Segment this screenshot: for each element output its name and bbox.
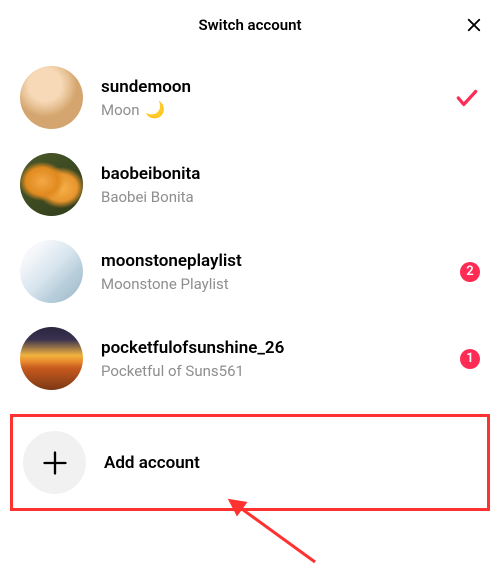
account-info: pocketfulofsunshine_26 Pocketful of Suns… <box>101 337 460 379</box>
avatar <box>20 240 83 303</box>
notification-badge: 1 <box>460 349 480 369</box>
account-info: baobeibonita Baobei Bonita <box>101 163 480 205</box>
account-displayname: Pocketful of Suns561 <box>101 362 460 380</box>
notification-badge: 2 <box>460 262 480 282</box>
check-icon <box>454 85 480 111</box>
account-displayname: Baobei Bonita <box>101 188 480 206</box>
close-icon <box>465 16 483 34</box>
account-displayname: Moonstone Playlist <box>101 275 460 293</box>
account-row[interactable]: moonstoneplaylist Moonstone Playlist 2 <box>0 228 500 315</box>
add-account-button[interactable]: Add account <box>10 414 490 511</box>
accounts-list: sundemoon Moon 🌙 baobeibonita Baobei Bon… <box>0 50 500 406</box>
account-row[interactable]: baobeibonita Baobei Bonita <box>0 141 500 228</box>
page-title: Switch account <box>198 16 301 34</box>
account-info: sundemoon Moon 🌙 <box>101 76 454 119</box>
plus-icon <box>41 449 69 477</box>
account-info: moonstoneplaylist Moonstone Playlist <box>101 250 460 292</box>
account-username: moonstoneplaylist <box>101 250 460 272</box>
close-button[interactable] <box>464 15 484 35</box>
account-row[interactable]: sundemoon Moon 🌙 <box>0 54 500 141</box>
avatar <box>20 66 83 129</box>
avatar <box>20 327 83 390</box>
account-username: sundemoon <box>101 76 454 98</box>
header: Switch account <box>0 0 500 50</box>
account-displayname: Moon 🌙 <box>101 100 454 119</box>
account-username: pocketfulofsunshine_26 <box>101 337 460 359</box>
moon-icon: 🌙 <box>145 100 165 119</box>
account-username: baobeibonita <box>101 163 480 185</box>
plus-circle <box>23 431 86 494</box>
avatar <box>20 153 83 216</box>
account-row[interactable]: pocketfulofsunshine_26 Pocketful of Suns… <box>0 315 500 402</box>
add-account-label: Add account <box>104 453 200 473</box>
